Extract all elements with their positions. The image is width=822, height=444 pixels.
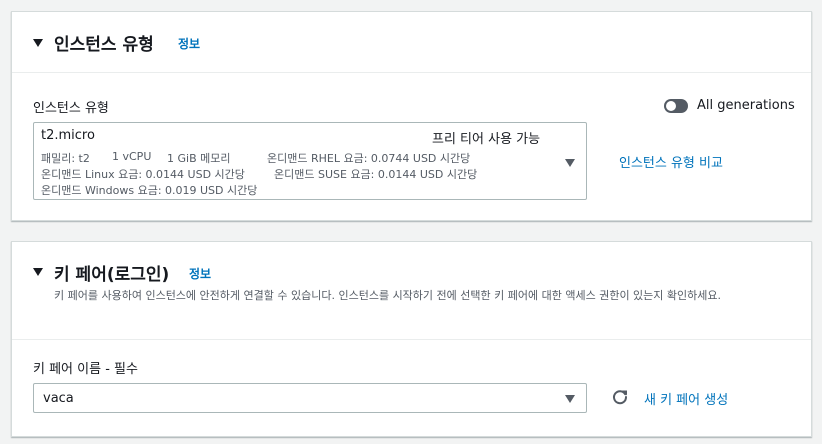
key-pair-info-link[interactable]: 정보	[189, 265, 211, 282]
instance-vcpu: 1 vCPU	[112, 150, 152, 163]
windows-price: 온디맨드 Windows 요금: 0.019 USD 시간당	[41, 184, 258, 197]
instance-memory: 1 GiB 메모리	[167, 152, 231, 165]
instance-type-field-label: 인스턴스 유형	[33, 101, 109, 116]
key-pair-panel: 키 페어(로그인) 정보 키 페어를 사용하여 인스턴스에 안전하게 연결할 수…	[11, 241, 812, 437]
key-pair-header: 키 페어(로그인) 정보 키 페어를 사용하여 인스턴스에 안전하게 연결할 수…	[12, 242, 811, 340]
rhel-price: 온디맨드 RHEL 요금: 0.0744 USD 시간당	[267, 152, 471, 165]
chevron-down-icon	[565, 159, 575, 167]
instance-type-select[interactable]: t2.micro 프리 티어 사용 가능 패밀리: t2 1 vCPU 1 Gi…	[33, 122, 587, 200]
instance-family: 패밀리: t2	[41, 152, 90, 165]
key-pair-title: 키 페어(로그인)	[54, 265, 170, 285]
instance-type-panel: 인스턴스 유형 정보 인스턴스 유형 All generations t2.mi…	[11, 11, 812, 221]
refresh-icon[interactable]	[611, 388, 629, 406]
instance-type-title: 인스턴스 유형	[54, 35, 154, 55]
all-generations-toggle[interactable]	[664, 99, 688, 113]
toggle-knob	[666, 101, 676, 111]
compare-instance-types-link[interactable]: 인스턴스 유형 비교	[619, 152, 723, 171]
all-generations-label: All generations	[697, 98, 795, 113]
suse-price: 온디맨드 SUSE 요금: 0.0144 USD 시간당	[274, 168, 478, 181]
instance-type-info-link[interactable]: 정보	[178, 35, 200, 52]
collapse-caret-icon[interactable]	[33, 39, 43, 47]
create-key-pair-link[interactable]: 새 키 페어 생성	[644, 389, 728, 408]
key-pair-select[interactable]: vaca	[33, 383, 587, 413]
key-pair-description: 키 페어를 사용하여 인스턴스에 안전하게 연결할 수 있습니다. 인스턴스를 …	[54, 289, 722, 302]
linux-price: 온디맨드 Linux 요금: 0.0144 USD 시간당	[41, 168, 245, 181]
key-pair-value: vaca	[43, 391, 74, 406]
chevron-down-icon	[565, 395, 575, 403]
instance-type-name: t2.micro	[41, 128, 95, 143]
free-tier-badge: 프리 티어 사용 가능	[432, 132, 541, 147]
instance-type-header: 인스턴스 유형 정보	[12, 12, 811, 73]
collapse-caret-icon[interactable]	[33, 268, 43, 276]
key-pair-field-label: 키 페어 이름 - 필수	[33, 362, 138, 377]
